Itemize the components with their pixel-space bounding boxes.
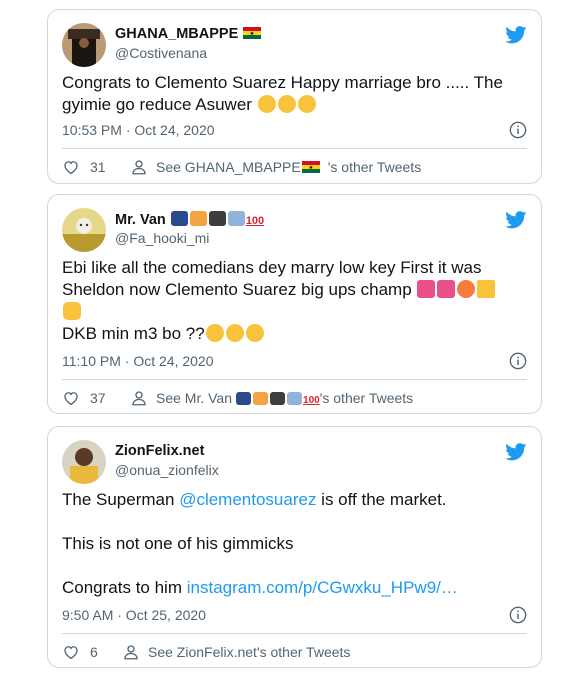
bridge-emoji-icon: [236, 392, 252, 405]
handle[interactable]: @onua_zionfelix: [115, 462, 219, 478]
heart-icon: [64, 161, 78, 175]
rocket-emoji-icon: [287, 392, 303, 405]
tweet-card-2[interactable]: Mr. Van 100 @Fa_hooki_mi Ebi like all th…: [47, 194, 542, 414]
display-name[interactable]: Mr. Van 100: [115, 211, 264, 228]
handle[interactable]: @Fa_hooki_mi: [115, 230, 209, 246]
sunrise-emoji-icon: [189, 211, 207, 226]
confetti-emoji-icon: [457, 280, 476, 298]
tweet-text: The Superman @clementosuarez is off the …: [62, 490, 458, 597]
heart-icon: [64, 646, 78, 660]
tweet-text: Congrats to Clemento Suarez Happy marria…: [62, 73, 503, 114]
avatar[interactable]: [62, 440, 106, 484]
gamepad-emoji-icon: [270, 392, 286, 405]
timestamp[interactable]: 11:10 PM · Oct 24, 2020: [62, 353, 214, 369]
user-icon: [124, 645, 138, 660]
rocket-emoji-icon: [227, 211, 245, 226]
see-other-tweets-link[interactable]: See ZionFelix.net's other Tweets: [122, 643, 350, 661]
handle[interactable]: @Costivenana: [115, 45, 207, 61]
gamepad-emoji-icon: [208, 211, 226, 226]
ghana-flag-icon: [301, 161, 320, 173]
joy-emoji-icon: [245, 324, 264, 342]
url-link[interactable]: instagram.com/p/CGwxku_HPw9/…: [187, 578, 458, 597]
see-other-tweets-link[interactable]: See Mr. Van 100 's other Tweets: [130, 389, 413, 407]
info-icon[interactable]: [509, 352, 527, 370]
rofl-emoji-icon: [257, 95, 276, 113]
joy-emoji-icon: [277, 95, 296, 113]
like-button[interactable]: 6: [62, 643, 110, 661]
divider: [62, 379, 527, 380]
party-popper-emoji-icon: [417, 280, 436, 298]
heart-icon: [64, 392, 78, 406]
tweet-card-3[interactable]: ZionFelix.net @onua_zionfelix The Superm…: [47, 426, 542, 668]
rofl-emoji-icon: [297, 95, 316, 113]
divider: [62, 148, 527, 149]
twitter-bird-icon[interactable]: [505, 26, 527, 44]
timestamp[interactable]: 9:50 AM · Oct 25, 2020: [62, 607, 206, 623]
timestamp[interactable]: 10:53 PM · Oct 24, 2020: [62, 122, 215, 138]
info-icon[interactable]: [509, 606, 527, 624]
user-icon: [132, 160, 146, 175]
divider: [62, 633, 527, 634]
clap-emoji-icon: [63, 302, 81, 320]
like-button[interactable]: 37: [62, 389, 110, 407]
lightning-emoji-icon: [477, 280, 496, 298]
bridge-emoji-icon: [170, 211, 188, 226]
hundred-emoji-icon: 100: [245, 215, 265, 227]
joy-emoji-icon: [225, 324, 244, 342]
user-icon: [132, 391, 146, 406]
tweet-actions: 37 See Mr. Van 100 's other Tweets: [62, 388, 527, 408]
party-popper-emoji-icon: [437, 280, 456, 298]
ghana-flag-icon: [243, 27, 262, 39]
tweet-text: Ebi like all the comedians dey marry low…: [62, 257, 521, 345]
twitter-bird-icon[interactable]: [505, 211, 527, 229]
hundred-emoji-icon: 100: [303, 395, 320, 406]
like-button[interactable]: 31: [62, 158, 110, 176]
avatar[interactable]: [62, 23, 106, 67]
joy-emoji-icon: [205, 324, 224, 342]
display-name[interactable]: GHANA_MBAPPE: [115, 26, 262, 42]
info-icon[interactable]: [509, 121, 527, 139]
mention-link[interactable]: @clementosuarez: [179, 490, 316, 509]
see-other-tweets-link[interactable]: See GHANA_MBAPPE 's other Tweets: [130, 158, 421, 176]
avatar[interactable]: [62, 208, 106, 252]
tweet-card-1[interactable]: GHANA_MBAPPE @Costivenana Congrats to Cl…: [47, 9, 542, 184]
tweet-actions: 6 See ZionFelix.net's other Tweets: [62, 642, 527, 662]
twitter-bird-icon[interactable]: [505, 443, 527, 461]
tweet-actions: 31 See GHANA_MBAPPE 's other Tweets: [62, 157, 527, 177]
display-name[interactable]: ZionFelix.net: [115, 443, 204, 459]
sunrise-emoji-icon: [253, 392, 269, 405]
